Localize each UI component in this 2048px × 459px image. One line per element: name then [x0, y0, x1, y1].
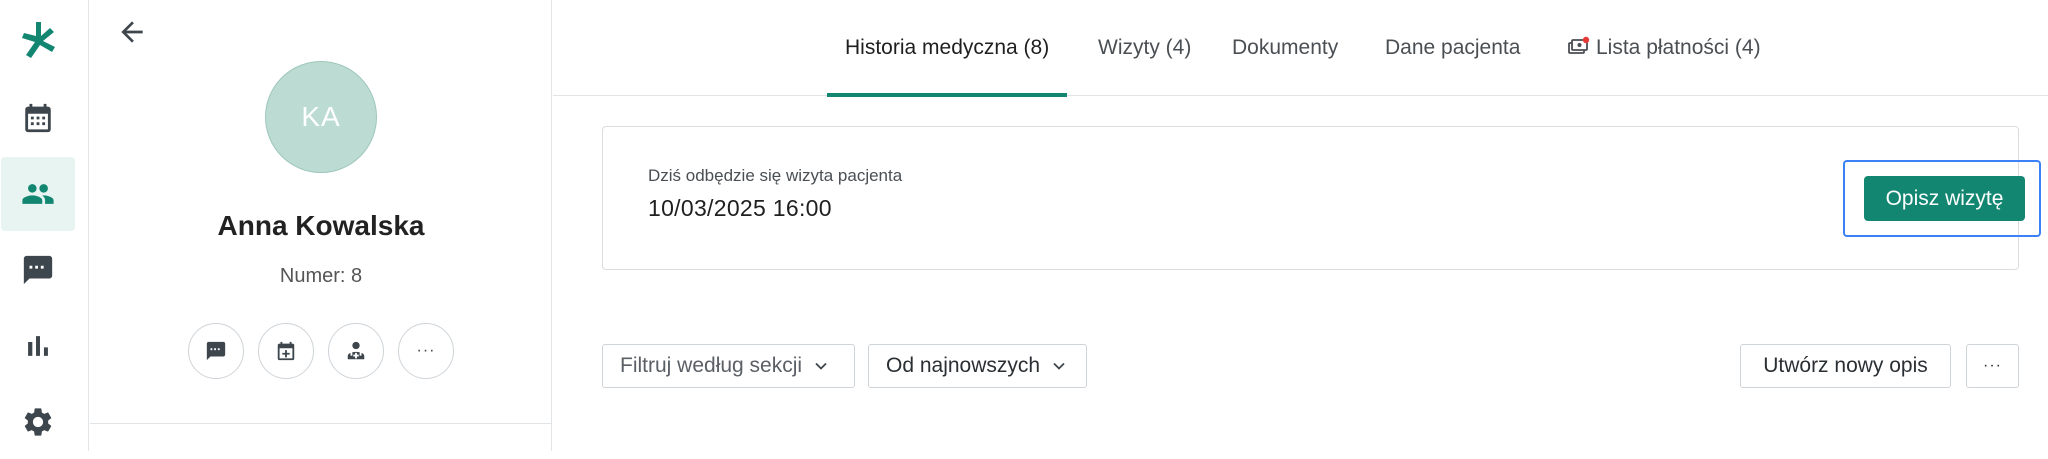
patient-avatar: KA [265, 61, 377, 173]
patients-nav[interactable] [1, 157, 75, 231]
app-sidebar [0, 0, 89, 451]
chevron-down-icon [1053, 362, 1065, 370]
patient-name: Anna Kowalska [217, 210, 425, 241]
tab-label: Lista płatności (4) [1596, 36, 1761, 59]
calendar-nav[interactable] [1, 81, 75, 155]
tab-payments[interactable]: Lista płatności (4) [1568, 0, 1761, 96]
describe-visit-button[interactable]: Opisz wizytę [1864, 176, 2025, 221]
message-icon [206, 341, 226, 361]
active-tab-indicator [827, 93, 1068, 97]
select-label: Filtruj według sekcji [620, 354, 803, 377]
tab-visits[interactable]: Wizyty (4) [1098, 0, 1191, 96]
patient-quick-actions: ··· [90, 323, 552, 379]
payments-icon [1568, 36, 1590, 54]
tab-documents[interactable]: Dokumenty [1232, 0, 1338, 96]
visit-subtitle: Dziś odbędzie się wizyta pacjenta [648, 166, 903, 185]
add-visit-button[interactable] [258, 323, 314, 379]
tab-label: Wizyty (4) [1098, 36, 1192, 59]
create-description-button[interactable]: Utwórz nowy opis [1740, 344, 1951, 388]
history-toolbar: Filtruj według sekcji Od najnowszych Utw… [602, 344, 2019, 388]
patient-panel: KA Anna Kowalska Numer: 8 ··· [90, 0, 552, 451]
patient-tabs: Historia medyczna (8) Wizyty (4) Dokumen… [553, 0, 2048, 97]
avatar-initials: KA [301, 101, 341, 132]
logo-icon[interactable] [16, 18, 60, 62]
more-options-button[interactable]: ··· [1966, 344, 2019, 388]
assign-doctor-button[interactable] [328, 323, 384, 379]
more-actions-button[interactable]: ··· [398, 323, 454, 379]
add-event-icon [277, 341, 295, 361]
patients-icon [22, 184, 54, 204]
statistics-nav[interactable] [1, 309, 75, 383]
arrow-left-icon [121, 21, 143, 43]
doctor-icon [347, 341, 365, 360]
more-icon: ··· [416, 342, 436, 359]
tab-label: Dokumenty [1232, 36, 1339, 59]
tab-label: Historia medyczna (8) [845, 36, 1050, 59]
patient-number: Numer: 8 [279, 265, 363, 287]
back-button[interactable] [110, 10, 154, 54]
settings-nav[interactable] [1, 385, 75, 459]
messages-nav[interactable] [1, 233, 75, 307]
section-filter-select[interactable]: Filtruj według sekcji [602, 344, 855, 388]
chevron-down-icon [815, 362, 827, 370]
send-message-button[interactable] [188, 323, 244, 379]
main-content: Historia medyczna (8) Wizyty (4) Dokumen… [553, 0, 2048, 451]
calendar-icon [25, 103, 51, 133]
statistics-icon [28, 336, 48, 356]
select-label: Od najnowszych [886, 354, 1041, 377]
tab-patient-data[interactable]: Dane pacjenta [1385, 0, 1520, 96]
visit-datetime: 10/03/2025 16:00 [648, 195, 832, 221]
messages-icon [23, 255, 53, 285]
tab-label: Dane pacjenta [1385, 36, 1521, 59]
settings-icon [24, 408, 52, 436]
today-visit-card: Dziś odbędzie się wizyta pacjenta 10/03/… [602, 126, 2041, 270]
tab-medical-history[interactable]: Historia medyczna (8) [827, 0, 1068, 97]
sort-order-select[interactable]: Od najnowszych [868, 344, 1087, 388]
panel-divider [90, 423, 551, 424]
